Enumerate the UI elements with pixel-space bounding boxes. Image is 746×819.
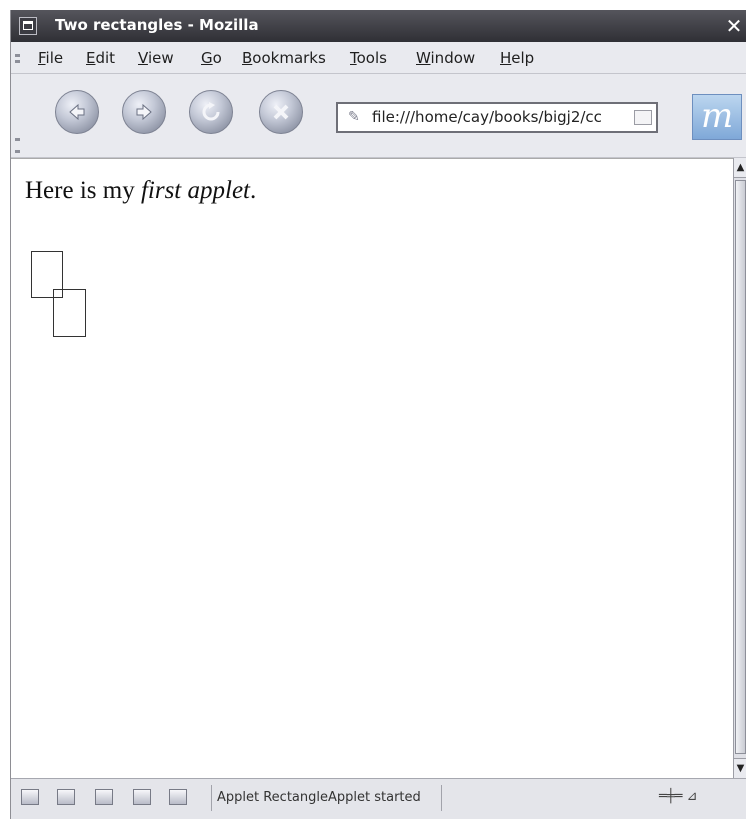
menu-tools[interactable]: Tools [350,49,387,67]
back-arrow-icon [69,103,85,121]
menubar-grip-icon[interactable] [15,54,20,57]
page-heading: Here is my first applet. [25,177,257,204]
window-title: Two rectangles - Mozilla [55,16,259,34]
status-separator [441,785,442,811]
rectangle-2 [53,289,86,337]
mail-icon[interactable] [57,789,75,805]
vertical-scrollbar[interactable]: ▲ ▼ [733,158,746,778]
heading-emphasis: first applet [140,177,250,204]
browser-window: Two rectangles - Mozilla ✕ File Edit Vie… [10,10,746,819]
page-content: Here is my first applet. [11,158,733,778]
toolbar-grip-icon[interactable] [15,150,20,153]
menu-window[interactable]: Window [416,49,475,67]
page-icon: ✎ [348,109,360,125]
mozilla-throbber-icon[interactable]: m [692,94,742,140]
reload-button[interactable] [189,90,233,134]
menu-help[interactable]: Help [500,49,534,67]
url-bar[interactable]: ✎ file:///home/cay/books/bigj2/cc [336,102,658,133]
rectangle-applet[interactable] [31,251,93,347]
status-separator [211,785,212,811]
scroll-up-icon[interactable]: ▲ [734,158,746,178]
back-button[interactable] [55,90,99,134]
menu-bar: File Edit View Go Bookmarks Tools Window… [11,42,746,74]
menu-view[interactable]: View [138,49,174,67]
close-button[interactable]: ✕ [721,11,746,41]
scroll-thumb[interactable] [735,180,746,754]
address-book-icon[interactable] [169,789,187,805]
url-dropdown-icon[interactable] [634,110,652,125]
url-input[interactable]: file:///home/cay/books/bigj2/cc [372,108,620,126]
menu-edit[interactable]: Edit [86,49,115,67]
chat-icon[interactable] [95,789,113,805]
navigator-icon[interactable] [21,789,39,805]
menubar-grip-icon[interactable] [15,60,20,63]
composer-icon[interactable] [133,789,151,805]
status-bar: Applet RectangleApplet started ═╪═ ⊿ [11,778,746,819]
title-bar[interactable]: Two rectangles - Mozilla ✕ [11,10,746,42]
forward-arrow-icon [136,103,152,121]
toolbar-grip-icon[interactable] [15,138,20,141]
navigation-toolbar: ✎ file:///home/cay/books/bigj2/cc m [11,74,746,158]
stop-icon [273,104,289,120]
scroll-down-icon[interactable]: ▼ [734,758,746,778]
reload-icon [202,102,220,121]
stop-button[interactable] [259,90,303,134]
window-menu-icon[interactable] [19,17,37,35]
menu-go[interactable]: Go [201,49,222,67]
menu-file[interactable]: File [38,49,63,67]
status-text: Applet RectangleApplet started [217,790,421,805]
forward-button[interactable] [122,90,166,134]
menu-bookmarks[interactable]: Bookmarks [242,49,326,67]
online-status-icon[interactable]: ═╪═ ⊿ [659,789,698,804]
